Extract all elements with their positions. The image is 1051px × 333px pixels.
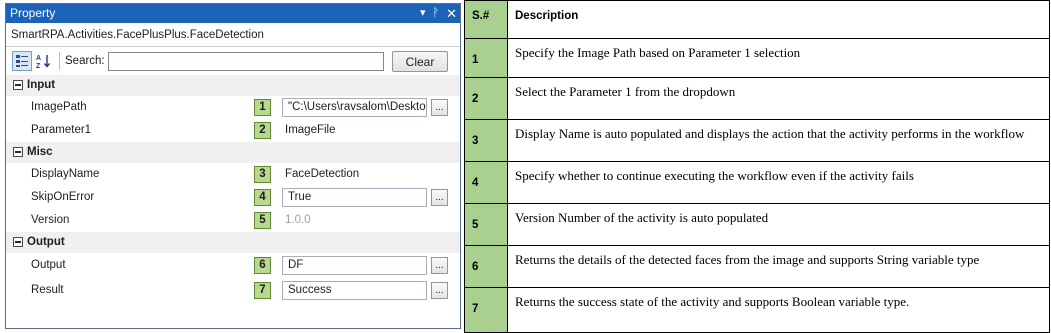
header-serial-number: S.#	[464, 0, 508, 39]
row-description: Display Name is auto populated and displ…	[507, 119, 1050, 162]
close-icon[interactable]: ✕	[446, 4, 457, 23]
panel-title: Property	[10, 6, 56, 20]
svg-text:A: A	[36, 55, 41, 62]
skiponerror-browse-button[interactable]: ...	[431, 189, 448, 206]
callout-badge: 7	[254, 282, 271, 299]
row-number: 5	[464, 203, 508, 246]
row-description: Returns the details of the detected face…	[507, 245, 1050, 288]
clear-button[interactable]: Clear	[392, 51, 448, 72]
svg-text:Z: Z	[36, 63, 41, 69]
category-input[interactable]: Input	[6, 75, 460, 96]
row-number: 4	[464, 161, 508, 204]
result-browse-button[interactable]: ...	[431, 282, 448, 299]
property-row-parameter1: Parameter1 2 ImageFile	[6, 119, 460, 142]
toolbar-separator	[59, 52, 60, 70]
table-row: 4 Specify whether to continue executing …	[464, 161, 1050, 204]
row-description: Select the Parameter 1 from the dropdown	[507, 77, 1050, 120]
panel-titlebar: Property ▾ ᚹ ✕	[6, 4, 460, 23]
property-row-version: Version 5 1.0.0	[6, 209, 460, 232]
result-value-field[interactable]: Success	[282, 281, 427, 300]
collapse-icon[interactable]	[13, 237, 23, 247]
table-row: 6 Returns the details of the detected fa…	[464, 245, 1050, 288]
table-header-row: S.# Description	[464, 0, 1050, 39]
skiponerror-value-field[interactable]: True	[282, 188, 427, 207]
callout-badge: 5	[254, 212, 271, 229]
property-label: DisplayName	[31, 168, 100, 180]
property-row-imagepath: ImagePath 1 "C:\Users\ravsalom\Desktop\ …	[6, 96, 460, 119]
property-label: SkipOnError	[31, 191, 95, 203]
callout-badge: 2	[254, 122, 271, 139]
pin-icon[interactable]: ᚹ	[432, 4, 439, 23]
category-label: Misc	[27, 146, 53, 158]
imagepath-value-field[interactable]: "C:\Users\ravsalom\Desktop\	[282, 98, 427, 117]
title-controls: ▾ ᚹ ✕	[420, 4, 457, 23]
row-number: 7	[464, 287, 508, 333]
description-table: S.# Description 1 Specify the Image Path…	[464, 0, 1050, 333]
table-row: 7 Returns the success state of the activ…	[464, 287, 1050, 333]
alphabetical-sort-icon[interactable]: A Z	[34, 51, 54, 71]
categorized-sort-icon[interactable]	[12, 51, 32, 71]
parameter1-value-dropdown[interactable]: ImageFile	[285, 119, 336, 142]
row-description: Specify whether to continue executing th…	[507, 161, 1050, 204]
table-row: 5 Version Number of the activity is auto…	[464, 203, 1050, 246]
property-label: Version	[31, 214, 70, 226]
callout-badge: 6	[254, 257, 271, 274]
imagepath-browse-button[interactable]: ...	[431, 99, 448, 116]
search-label: Search:	[65, 55, 105, 67]
table-row: 1 Specify the Image Path based on Parame…	[464, 38, 1050, 78]
property-toolbar: A Z Search: Clear	[6, 47, 460, 75]
activity-type-name: SmartRPA.Activities.FacePlusPlus.FaceDet…	[6, 23, 460, 47]
row-number: 2	[464, 77, 508, 120]
property-label: Output	[31, 259, 66, 271]
version-value-readonly: 1.0.0	[285, 214, 311, 226]
row-description: Version Number of the activity is auto p…	[507, 203, 1050, 246]
property-row-displayname: DisplayName 3 FaceDetection	[6, 163, 460, 186]
property-row-output: Output 6 DF ...	[6, 253, 460, 278]
table-row: 2 Select the Parameter 1 from the dropdo…	[464, 77, 1050, 120]
collapse-icon[interactable]	[13, 147, 23, 157]
displayname-value-field[interactable]: FaceDetection	[285, 163, 359, 186]
header-description: Description	[507, 0, 1050, 39]
property-panel: Property ▾ ᚹ ✕ SmartRPA.Activities.FaceP…	[5, 3, 461, 329]
row-number: 3	[464, 119, 508, 162]
callout-badge: 1	[254, 99, 271, 116]
callout-badge: 3	[254, 166, 271, 183]
property-row-skiponerror: SkipOnError 4 True ...	[6, 186, 460, 209]
collapse-icon[interactable]	[13, 80, 23, 90]
output-browse-button[interactable]: ...	[431, 257, 448, 274]
row-number: 1	[464, 38, 508, 78]
row-description: Returns the success state of the activit…	[507, 287, 1050, 333]
property-label: ImagePath	[31, 101, 87, 113]
category-misc[interactable]: Misc	[6, 142, 460, 163]
property-label: Result	[31, 284, 64, 296]
row-number: 6	[464, 245, 508, 288]
property-label: Parameter1	[31, 124, 92, 136]
category-label: Input	[27, 79, 56, 91]
category-output[interactable]: Output	[6, 232, 460, 253]
property-row-result: Result 7 Success ...	[6, 278, 460, 303]
panel-menu-icon[interactable]: ▾	[420, 4, 426, 23]
output-value-field[interactable]: DF	[282, 256, 427, 275]
table-row: 3 Display Name is auto populated and dis…	[464, 119, 1050, 162]
search-input[interactable]	[107, 51, 384, 71]
callout-badge: 4	[254, 189, 271, 206]
category-label: Output	[27, 236, 65, 248]
row-description: Specify the Image Path based on Paramete…	[507, 38, 1050, 78]
